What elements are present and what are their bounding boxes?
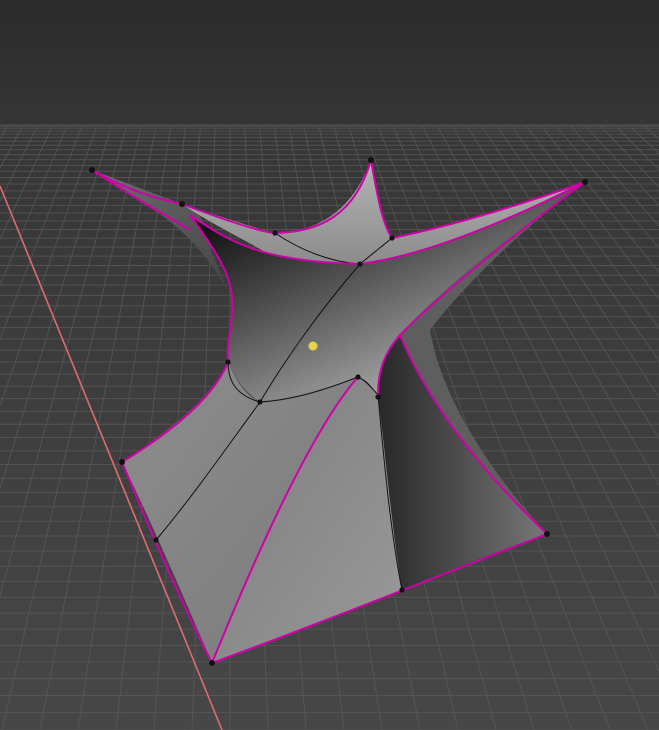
3d-viewport[interactable] bbox=[0, 0, 659, 730]
vertex-dot-icon[interactable] bbox=[399, 587, 405, 593]
vertex-dot-icon[interactable] bbox=[119, 459, 125, 465]
vertex-dot-icon[interactable] bbox=[544, 531, 550, 537]
vertex-dot-icon[interactable] bbox=[89, 167, 95, 173]
vertex-dot-icon[interactable] bbox=[153, 537, 159, 543]
vertex-dot-icon[interactable] bbox=[272, 230, 278, 236]
pivot-point-icon[interactable] bbox=[308, 341, 318, 351]
vertex-dot-icon[interactable] bbox=[355, 374, 361, 380]
vertex-dot-icon[interactable] bbox=[225, 359, 231, 365]
vertex-dot-icon[interactable] bbox=[209, 660, 215, 666]
vertex-dot-icon[interactable] bbox=[389, 235, 395, 241]
vertex-dot-icon[interactable] bbox=[582, 179, 588, 185]
viewport-canvas[interactable] bbox=[0, 0, 659, 730]
vertex-dot-icon[interactable] bbox=[357, 261, 363, 267]
vertex-dot-icon[interactable] bbox=[257, 399, 263, 405]
vertex-dot-icon[interactable] bbox=[375, 394, 381, 400]
vertex-dot-icon[interactable] bbox=[368, 157, 374, 163]
vertex-dot-icon[interactable] bbox=[179, 201, 185, 207]
